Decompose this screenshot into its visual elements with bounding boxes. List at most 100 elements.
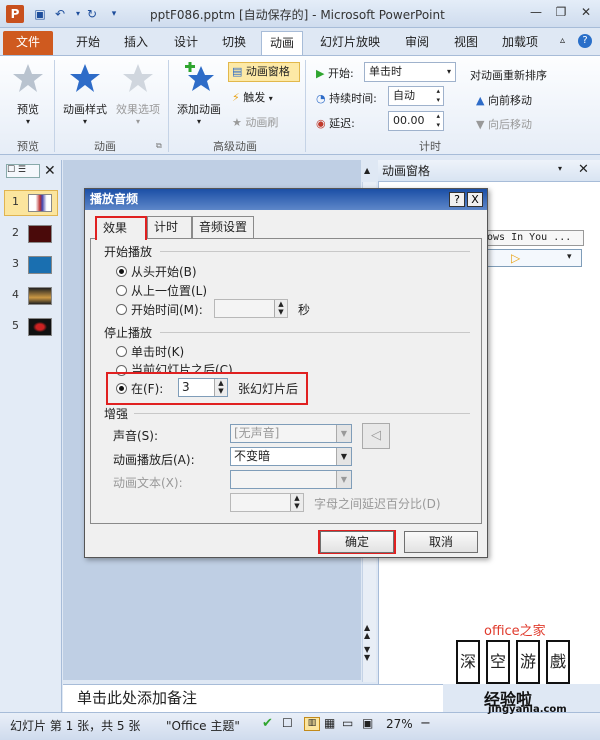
move-earlier-button[interactable]: ▲ 向前移动 xyxy=(476,92,532,108)
start-select[interactable]: 单击时 ▾ xyxy=(364,62,456,82)
tab-design[interactable]: 设计 xyxy=(166,31,206,55)
radio-after-slides[interactable] xyxy=(116,383,127,394)
tab-animations[interactable]: 动画 xyxy=(261,31,304,55)
after-animation-select[interactable]: 不变暗 ▼ xyxy=(230,447,352,466)
tab-view[interactable]: 视图 xyxy=(446,31,486,55)
dialog-help-button[interactable]: ? xyxy=(449,192,465,207)
tab-review[interactable]: 审阅 xyxy=(397,31,437,55)
tab-file[interactable]: 文件 xyxy=(3,31,53,55)
tab-effect[interactable]: 效果 xyxy=(95,216,147,240)
normal-view-icon[interactable]: ▥ xyxy=(304,717,320,731)
animation-painter-button[interactable]: ★ 动画刷 xyxy=(232,114,278,130)
delay-value: 00.00 xyxy=(393,114,425,127)
animation-painter-label: 动画刷 xyxy=(245,116,279,129)
watermark-url: jingyanla.com xyxy=(488,704,567,715)
dialog-close-button[interactable]: X xyxy=(467,192,483,207)
redo-icon[interactable]: ↻ xyxy=(84,6,100,22)
letter-delay-spinner[interactable]: ▲ ▼ xyxy=(230,493,304,512)
watermark-char: 游 xyxy=(516,640,540,684)
effect-options-label: 效果选项 xyxy=(116,103,160,116)
letter-delay-label: 字母之间延迟百分比(D) xyxy=(314,497,441,511)
notes-placeholder[interactable]: 单击此处添加备注 xyxy=(63,684,443,712)
delay-input[interactable]: 00.00 ▴ ▾ xyxy=(388,111,444,131)
maximize-icon[interactable]: ❐ xyxy=(549,3,573,23)
speaker-icon[interactable]: ◁ xyxy=(362,423,390,449)
duration-input[interactable]: 自动 ▴ ▾ xyxy=(388,86,444,106)
start-time-spinner[interactable]: ▲ ▼ xyxy=(214,299,288,318)
anim-item-tooltip: ows In You ... xyxy=(484,230,584,246)
tab-transitions[interactable]: 切换 xyxy=(214,31,254,55)
theme-name[interactable]: "Office 主题" xyxy=(166,717,240,734)
close-icon[interactable]: ✕ xyxy=(574,3,598,23)
undo-icon[interactable]: ↶ xyxy=(52,6,68,22)
slide-sorter-icon[interactable]: ▦ xyxy=(324,716,335,730)
tab-audio-settings[interactable]: 音频设置 xyxy=(192,216,254,238)
dialog-launcher-icon[interactable]: ⧉ xyxy=(156,141,162,151)
help-icon[interactable]: ? xyxy=(578,34,592,48)
duration-value: 自动 xyxy=(393,89,415,102)
radio-on-click[interactable] xyxy=(116,346,127,357)
radio-from-beginning[interactable] xyxy=(116,266,127,277)
watermark-office-text: office之家 xyxy=(484,624,546,639)
slide-thumbnail-4[interactable] xyxy=(28,287,52,305)
effect-options-button[interactable]: 效果选项 ▾ xyxy=(112,62,164,126)
language-icon[interactable]: ☐ xyxy=(282,716,293,730)
spinner-arrows-icon[interactable]: ▲ ▼ xyxy=(290,494,303,511)
animation-pane-button[interactable]: ▤ 动画窗格 xyxy=(228,62,300,82)
radio-from-last-position[interactable] xyxy=(116,285,127,296)
watermark-char: 空 xyxy=(486,640,510,684)
dropdown-arrow-icon: ▼ xyxy=(336,471,351,488)
tab-slideshow[interactable]: 幻灯片放映 xyxy=(312,31,388,55)
dialog-title: 播放音频 xyxy=(85,189,487,210)
move-later-button[interactable]: ▼ 向后移动 xyxy=(476,116,532,132)
start-section-label: 开始播放 xyxy=(104,245,153,259)
ok-button[interactable]: 确定 xyxy=(320,531,394,553)
trigger-button[interactable]: ⚡ 触发 ▾ xyxy=(232,89,273,105)
zoom-out-icon[interactable]: − xyxy=(420,716,431,731)
reading-view-icon[interactable]: ▭ xyxy=(342,716,353,730)
tab-insert[interactable]: 插入 xyxy=(116,31,156,55)
slideshow-view-icon[interactable]: ▣ xyxy=(362,716,373,730)
spellcheck-icon[interactable]: ✔ xyxy=(262,716,273,731)
close-anim-pane-icon[interactable]: ✕ xyxy=(578,162,589,177)
spinner-arrows-icon[interactable]: ▲ ▼ xyxy=(214,379,227,396)
powerpoint-app-icon[interactable]: P xyxy=(6,5,24,23)
window-title: pptF086.pptm [自动保存的] - Microsoft PowerPo… xyxy=(150,8,445,22)
tab-addins[interactable]: 加载项 xyxy=(494,31,546,55)
save-icon[interactable]: ▣ xyxy=(32,6,48,22)
minimize-icon[interactable]: — xyxy=(524,3,548,23)
animate-text-select[interactable]: ▼ xyxy=(230,470,352,489)
preview-button[interactable]: 预览 ▾ xyxy=(8,62,48,126)
slides-count-value: 3 xyxy=(182,380,190,394)
sound-value: [无声音] xyxy=(234,426,280,440)
outline-tab-icon[interactable]: ☐ ☰ xyxy=(6,164,40,178)
slide-thumbnail-5[interactable] xyxy=(28,318,52,336)
duration-label: ◔ 持续时间: xyxy=(316,92,377,105)
item-dropdown-icon[interactable]: ▾ xyxy=(567,252,572,262)
slide-thumbnail-1[interactable] xyxy=(28,194,52,212)
animation-list-item[interactable]: ▷ ▾ xyxy=(484,249,582,267)
sound-select[interactable]: [无声音] ▼ xyxy=(230,424,352,443)
slide-thumbnail-3[interactable] xyxy=(28,256,52,274)
next-slide-icon[interactable]: ▼ ▼ xyxy=(364,646,370,662)
spinner-arrows-icon[interactable]: ▲ ▼ xyxy=(274,300,287,317)
prev-slide-icon[interactable]: ▲ ▲ xyxy=(364,624,370,640)
effect-options-star-icon xyxy=(123,64,153,92)
zoom-level[interactable]: 27% xyxy=(386,717,413,731)
customize-icon[interactable]: ▾ xyxy=(106,6,122,22)
slide-number: 4 xyxy=(12,288,19,301)
radio-start-time[interactable] xyxy=(116,304,127,315)
collapse-ribbon-icon[interactable]: ▵ xyxy=(560,35,565,46)
cancel-button[interactable]: 取消 xyxy=(404,531,478,553)
slide-thumbnail-2[interactable] xyxy=(28,225,52,243)
delay-label: ◉ 延迟: xyxy=(316,117,355,130)
add-animation-button[interactable]: 添加动画 ▾ xyxy=(172,62,226,126)
animation-styles-button[interactable]: 动画样式 ▾ xyxy=(60,62,110,126)
pane-dropdown-icon[interactable]: ▾ xyxy=(558,164,562,173)
slides-count-spinner[interactable]: 3 ▲ ▼ xyxy=(178,378,228,397)
tab-timing[interactable]: 计时 xyxy=(147,216,192,238)
scroll-up-icon[interactable]: ▲ xyxy=(364,166,370,175)
tab-home[interactable]: 开始 xyxy=(68,31,108,55)
watermark-char: 深 xyxy=(456,640,480,684)
close-pane-icon[interactable]: ✕ xyxy=(44,163,56,179)
